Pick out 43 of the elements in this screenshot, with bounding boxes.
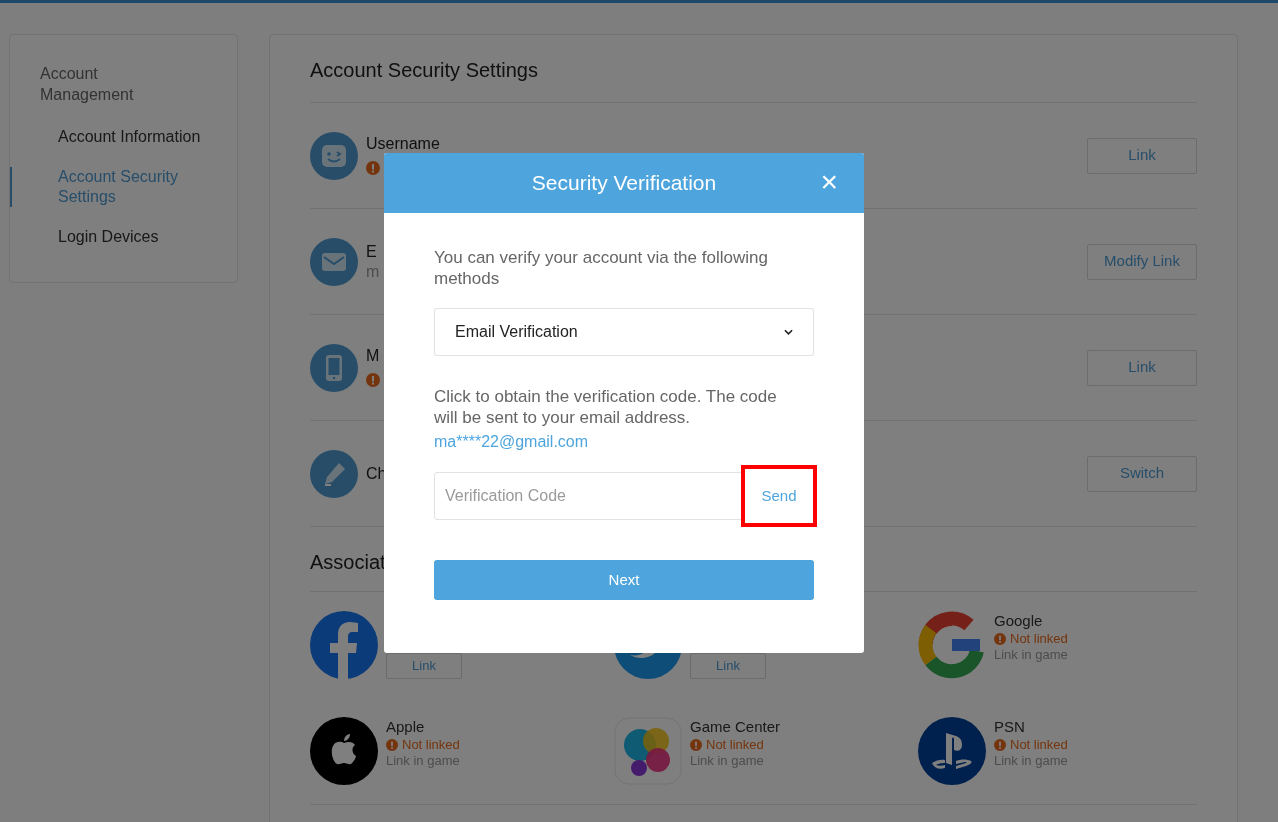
intro-text: You can verify your account via the following methods xyxy=(434,247,769,289)
setting-label: E xyxy=(366,241,378,262)
link-button[interactable]: Link xyxy=(1087,349,1197,386)
link-button[interactable]: Link xyxy=(690,653,766,679)
face-icon xyxy=(310,131,358,180)
bubbles-icon xyxy=(614,717,682,785)
link-button[interactable]: Switch xyxy=(1087,455,1197,492)
link-status: Not linked xyxy=(1010,631,1068,647)
envelope-icon xyxy=(310,237,358,286)
facebook-logo-icon xyxy=(310,611,378,679)
account-name: PSN xyxy=(994,717,1026,737)
email-link[interactable]: ma****22@gmail.com xyxy=(434,433,589,450)
sidebar-item[interactable]: Login Devices xyxy=(10,227,237,247)
google-logo-icon xyxy=(918,611,986,679)
playstation-logo-icon xyxy=(918,717,986,785)
caret-icon xyxy=(784,329,793,335)
next-button[interactable]: Next xyxy=(434,560,814,600)
warning-icon xyxy=(690,739,702,751)
warning-icon xyxy=(994,739,1006,751)
page-title: Account Security Settings xyxy=(310,55,1197,103)
link-button[interactable]: Modify Link xyxy=(1087,243,1197,280)
account-name: Game Center xyxy=(690,717,781,737)
account-name: Google xyxy=(994,611,1044,631)
dialog-title: Security Verification xyxy=(531,170,717,197)
setting-label: M xyxy=(366,345,380,366)
setting-label: Username xyxy=(366,133,440,154)
account-name: Apple xyxy=(386,717,426,737)
apple-logo-icon xyxy=(310,717,378,785)
link-button[interactable]: Link xyxy=(386,653,462,679)
phone-icon xyxy=(310,343,358,392)
warning-icon xyxy=(386,739,398,751)
sidebar-item[interactable]: Account Security Settings xyxy=(10,167,237,207)
sidebar-item[interactable]: Account Information xyxy=(10,127,237,147)
sidebar-heading: Account Management xyxy=(39,64,135,105)
link-button[interactable]: Link xyxy=(1087,137,1197,174)
pencil-icon xyxy=(310,449,358,498)
method-dropdown[interactable]: Email Verification xyxy=(434,308,814,356)
link-status: Not linked xyxy=(402,737,460,753)
close-button[interactable]: × xyxy=(820,166,838,198)
link-status: Not linked xyxy=(1010,737,1068,753)
instruction-text: Click to obtain the verification code. The code will be sent to your email address. xyxy=(434,386,778,428)
link-status: Not linked xyxy=(706,737,764,753)
warning-icon xyxy=(994,633,1006,645)
